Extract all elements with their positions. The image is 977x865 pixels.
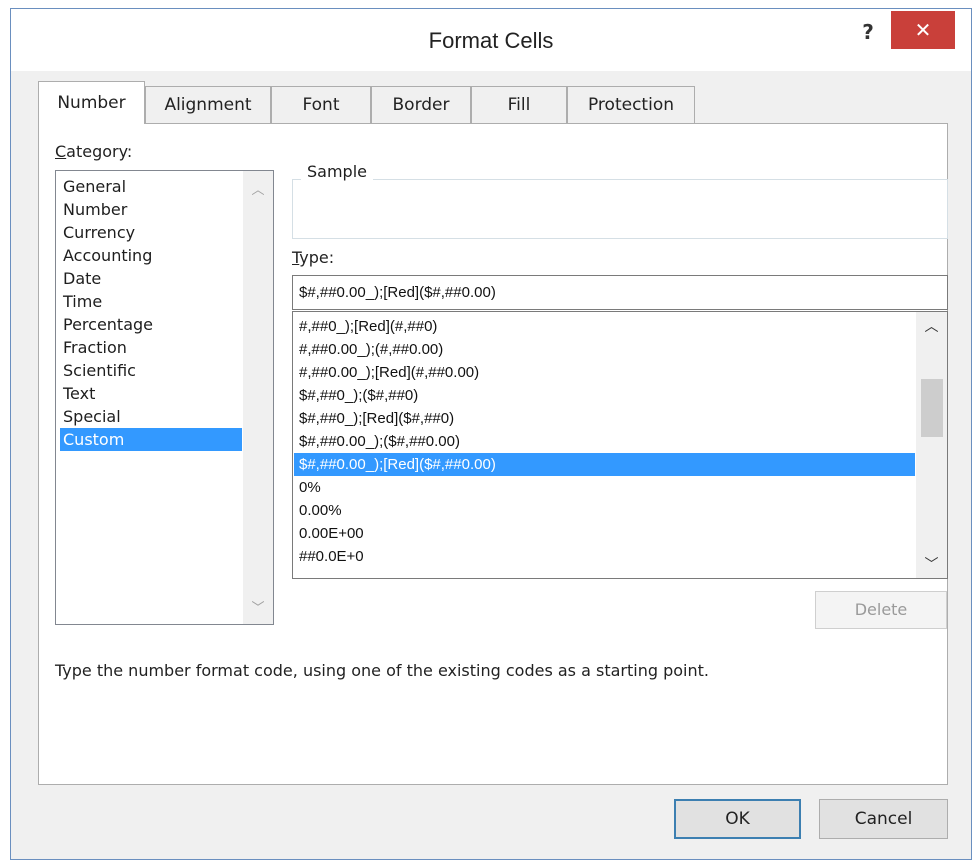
format-list-scrollbar[interactable]: ︿ ﹀	[916, 312, 947, 578]
format-code-listbox[interactable]: #,##0_);[Red](#,##0) #,##0.00_);(#,##0.0…	[292, 311, 948, 579]
delete-button[interactable]: Delete	[815, 591, 947, 629]
category-item-scientific[interactable]: Scientific	[60, 359, 242, 382]
category-label: Category:	[55, 142, 133, 161]
category-item-accounting[interactable]: Accounting	[60, 244, 242, 267]
chevron-down-icon[interactable]: ﹀	[916, 554, 947, 574]
category-scrollbar[interactable]: ︿ ﹀	[243, 171, 273, 624]
category-item-custom[interactable]: Custom	[60, 428, 242, 451]
format-item-selected[interactable]: $#,##0.00_);[Red]($#,##0.00)	[294, 453, 915, 476]
category-item-fraction[interactable]: Fraction	[60, 336, 242, 359]
category-listbox[interactable]: General Number Currency Accounting Date …	[55, 170, 274, 625]
chevron-down-icon[interactable]: ﹀	[243, 597, 273, 616]
format-item[interactable]: $#,##0.00_);($#,##0.00)	[294, 430, 915, 453]
category-item-general[interactable]: General	[60, 175, 242, 198]
tab-border[interactable]: Border	[371, 86, 471, 123]
format-item[interactable]: $#,##0_);($#,##0)	[294, 384, 915, 407]
chevron-up-icon[interactable]: ︿	[243, 179, 273, 198]
tab-alignment[interactable]: Alignment	[145, 86, 271, 123]
help-button[interactable]: ?	[849, 17, 887, 47]
category-item-text[interactable]: Text	[60, 382, 242, 405]
format-item[interactable]: $#,##0_);[Red]($#,##0)	[294, 407, 915, 430]
tab-font[interactable]: Font	[271, 86, 371, 123]
format-item[interactable]: #,##0.00_);[Red](#,##0.00)	[294, 361, 915, 384]
hint-text: Type the number format code, using one o…	[55, 661, 709, 680]
tab-protection[interactable]: Protection	[567, 86, 695, 123]
format-item[interactable]: #,##0.00_);(#,##0.00)	[294, 338, 915, 361]
category-item-date[interactable]: Date	[60, 267, 242, 290]
category-item-percentage[interactable]: Percentage	[60, 313, 242, 336]
format-item[interactable]: ##0.0E+0	[294, 545, 915, 568]
category-item-number[interactable]: Number	[60, 198, 242, 221]
dialog-body: Number Alignment Font Border Fill Protec…	[11, 71, 971, 859]
close-button[interactable]: ✕	[891, 11, 955, 49]
category-item-special[interactable]: Special	[60, 405, 242, 428]
ok-button[interactable]: OK	[674, 799, 801, 839]
type-label: Type:	[292, 248, 335, 267]
dialog-title: Format Cells	[428, 28, 554, 53]
format-item[interactable]: #,##0_);[Red](#,##0)	[294, 315, 915, 338]
tab-fill[interactable]: Fill	[471, 86, 567, 123]
title-bar: Format Cells ? ✕	[11, 9, 971, 71]
tab-number[interactable]: Number	[38, 81, 145, 124]
category-item-currency[interactable]: Currency	[60, 221, 242, 244]
sample-box	[292, 179, 948, 239]
format-cells-dialog: Format Cells ? ✕ Number Alignment Font B…	[10, 8, 972, 860]
format-item[interactable]: 0%	[294, 476, 915, 499]
sample-label: Sample	[301, 162, 373, 181]
format-item[interactable]: 0.00E+00	[294, 522, 915, 545]
type-input[interactable]: $#,##0.00_);[Red]($#,##0.00)	[292, 275, 948, 310]
number-tab-panel: Category: General Number Currency Accoun…	[38, 123, 948, 785]
chevron-up-icon[interactable]: ︿	[916, 316, 947, 336]
category-item-time[interactable]: Time	[60, 290, 242, 313]
scrollbar-thumb[interactable]	[921, 379, 943, 437]
format-item[interactable]: 0.00%	[294, 499, 915, 522]
cancel-button[interactable]: Cancel	[819, 799, 948, 839]
